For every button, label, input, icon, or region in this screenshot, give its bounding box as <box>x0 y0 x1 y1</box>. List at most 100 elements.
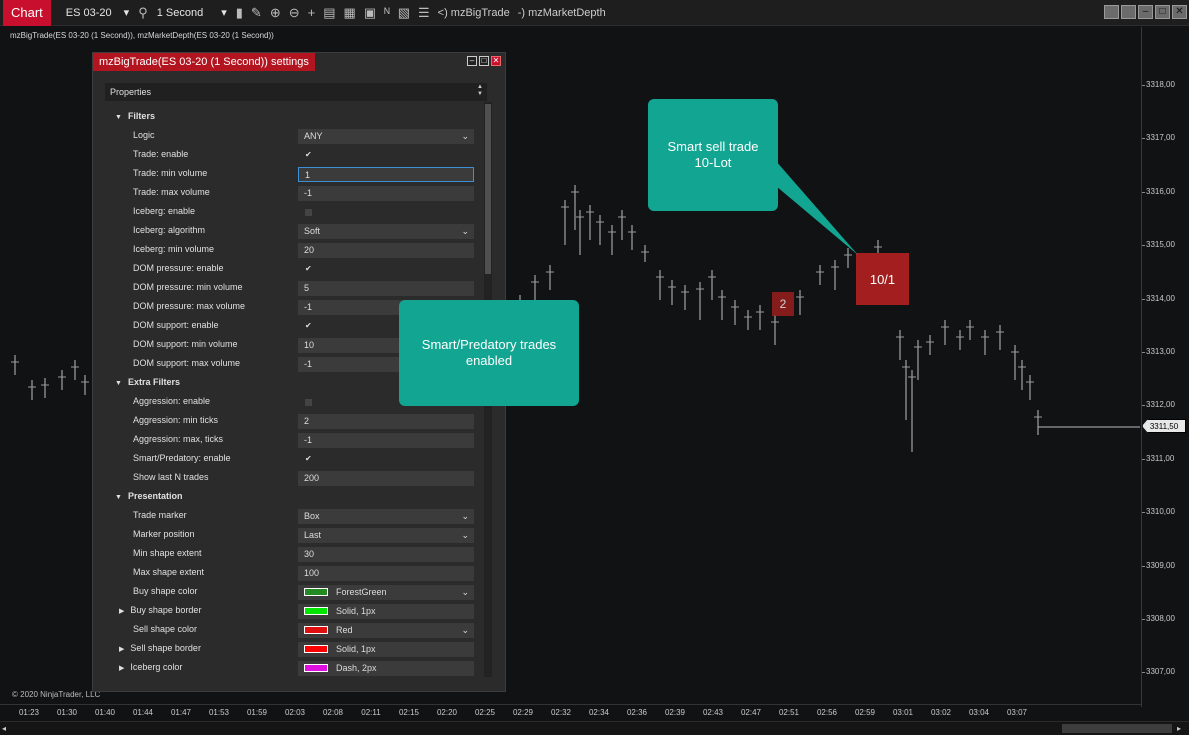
color-picker[interactable]: Dash, 2px <box>298 661 474 676</box>
time-label: 01:30 <box>56 708 78 717</box>
minimize-button[interactable]: – <box>1138 5 1153 19</box>
bar-style-icon[interactable]: ▮ <box>232 5 247 21</box>
category-filters[interactable]: ▼ Filters <box>105 107 476 126</box>
collapse-triangle-icon[interactable]: ▼ <box>115 114 122 121</box>
property-select[interactable]: Last ⌄ <box>298 528 474 543</box>
property-input[interactable]: 100 <box>298 566 474 581</box>
property-label: Trade: enable <box>133 149 189 159</box>
price-axis[interactable]: 3318,00 3317,00 3316,00 3315,00 3314,00 3313,… <box>1141 27 1189 707</box>
minimize-button[interactable]: – <box>467 56 477 66</box>
color-picker[interactable]: ForestGreen ⌄ <box>298 585 474 600</box>
zoom-in-icon[interactable]: ⊕ <box>266 5 285 21</box>
color-picker[interactable]: Solid, 1px <box>298 642 474 657</box>
price-tick <box>1142 298 1145 300</box>
property-select[interactable]: ANY ⌄ <box>298 129 474 144</box>
property-value: Dash, 2px <box>336 663 377 673</box>
strategies-icon[interactable]: ᴺ <box>380 5 394 20</box>
property-input[interactable]: 200 <box>298 471 474 486</box>
property-row: Aggression: min ticks 2 <box>105 411 476 430</box>
property-row: Iceberg: min volume 20 <box>105 240 476 259</box>
property-row: ▶ Iceberg color Dash, 2px <box>105 658 476 677</box>
property-input[interactable]: 5 <box>298 281 474 296</box>
price-tick <box>1142 672 1145 674</box>
property-checkbox[interactable]: ✔ <box>305 145 312 164</box>
property-input[interactable]: -1 <box>298 433 474 448</box>
color-picker[interactable]: Red ⌄ <box>298 623 474 638</box>
indicator-tab-bigtrade[interactable]: <) mzBigTrade <box>434 7 514 19</box>
property-select[interactable]: Soft ⌄ <box>298 224 474 239</box>
instrument-label: ES 03-20 <box>65 6 112 19</box>
price-tick <box>1142 352 1145 353</box>
collapse-triangle-icon[interactable]: ▼ <box>115 494 122 501</box>
property-input[interactable]: -1 <box>298 186 474 201</box>
property-row: Trade: max volume -1 <box>105 183 476 202</box>
property-select[interactable]: Box ⌄ <box>298 509 474 524</box>
properties-icon[interactable]: ▤ <box>319 5 339 21</box>
copyright: © 2020 NinjaTrader, LLC <box>12 690 101 699</box>
chart-tab[interactable]: Chart <box>3 0 51 26</box>
category-presentation[interactable]: ▼ Presentation <box>105 487 476 506</box>
time-label: 02:51 <box>778 708 800 717</box>
property-input[interactable]: 20 <box>298 243 474 258</box>
property-row: Min shape extent 30 <box>105 544 476 563</box>
time-label: 03:07 <box>1006 708 1028 717</box>
time-label: 02:03 <box>284 708 306 717</box>
dialog-title-bar[interactable]: mzBigTrade(ES 03-20 (1 Second)) settings… <box>93 53 505 71</box>
snapshot-icon[interactable]: ▧ <box>394 5 414 21</box>
category-label: Extra Filters <box>127 377 180 387</box>
horizontal-scrollbar[interactable]: ◂ ▸ <box>0 721 1189 735</box>
indicator-tab-marketdepth[interactable]: -) mzMarketDepth <box>514 7 610 19</box>
scroll-right-icon[interactable]: ▸ <box>1177 724 1187 733</box>
scroll-thumb[interactable] <box>485 104 491 274</box>
tile-icon[interactable] <box>1121 5 1136 19</box>
scroll-thumb[interactable] <box>1062 724 1172 733</box>
tile-icon[interactable] <box>1104 5 1119 19</box>
close-button[interactable]: ✕ <box>1172 5 1187 19</box>
crosshair-icon[interactable]: + <box>304 5 320 20</box>
scroll-left-icon[interactable]: ◂ <box>2 724 12 733</box>
property-checkbox[interactable] <box>305 399 312 406</box>
collapse-triangle-icon[interactable]: ▼ <box>115 380 122 387</box>
chart-toolbar: Chart ES 03-20 ▾ ⚲ 1 Second ▾ ▮ ✎ ⊕ ⊖ + ▤ … <box>0 0 1189 26</box>
property-checkbox[interactable]: ✔ <box>305 259 312 278</box>
big-trade-marker-large[interactable]: 10/1 <box>856 253 909 305</box>
color-swatch <box>304 606 328 615</box>
instrument-selector[interactable]: ES 03-20 ▾ <box>61 0 134 26</box>
property-checkbox[interactable] <box>305 209 312 216</box>
price-tick <box>1142 405 1145 407</box>
property-checkbox[interactable]: ✔ <box>305 316 312 335</box>
property-row: Sell shape color Red ⌄ <box>105 620 476 639</box>
property-checkbox[interactable]: ✔ <box>305 449 312 468</box>
maximize-button[interactable]: □ <box>479 56 489 66</box>
time-label: 03:04 <box>968 708 990 717</box>
property-value: ForestGreen <box>336 587 387 597</box>
expand-triangle-icon[interactable]: ▶ <box>119 665 124 672</box>
sort-icon[interactable]: ▲ ▼ <box>477 84 483 98</box>
interval-selector[interactable]: 1 Second ▾ <box>152 0 232 26</box>
property-input[interactable]: 1 <box>298 167 474 182</box>
property-input[interactable]: 30 <box>298 547 474 562</box>
drawing-tool-icon[interactable]: ✎ <box>247 5 266 21</box>
expand-triangle-icon[interactable]: ▶ <box>119 608 124 615</box>
price-tick <box>1142 191 1145 193</box>
close-button[interactable]: ✕ <box>491 56 501 66</box>
maximize-button[interactable]: □ <box>1155 5 1170 19</box>
templates-icon[interactable]: ▦ <box>340 5 360 21</box>
color-swatch <box>304 625 328 634</box>
property-row: Iceberg: algorithm Soft ⌄ <box>105 221 476 240</box>
zoom-out-icon[interactable]: ⊖ <box>285 5 304 21</box>
time-label: 03:02 <box>930 708 952 717</box>
property-label: DOM support: min volume <box>133 339 238 349</box>
time-label: 02:08 <box>322 708 344 717</box>
big-trade-marker-small[interactable]: 2 <box>772 292 794 316</box>
list-icon[interactable]: ☰ <box>414 5 434 21</box>
chevron-down-icon: ⌄ <box>461 226 469 236</box>
chevron-down-icon: ▾ <box>221 7 227 19</box>
time-axis[interactable]: 01:23 01:30 01:40 01:44 01:47 01:53 01:59 02:03… <box>0 704 1141 720</box>
data-box-icon[interactable]: ▣ <box>360 5 380 21</box>
expand-triangle-icon[interactable]: ▶ <box>119 646 124 653</box>
property-input[interactable]: 2 <box>298 414 474 429</box>
color-swatch <box>304 644 328 653</box>
search-icon[interactable]: ⚲ <box>134 5 152 21</box>
color-picker[interactable]: Solid, 1px <box>298 604 474 619</box>
